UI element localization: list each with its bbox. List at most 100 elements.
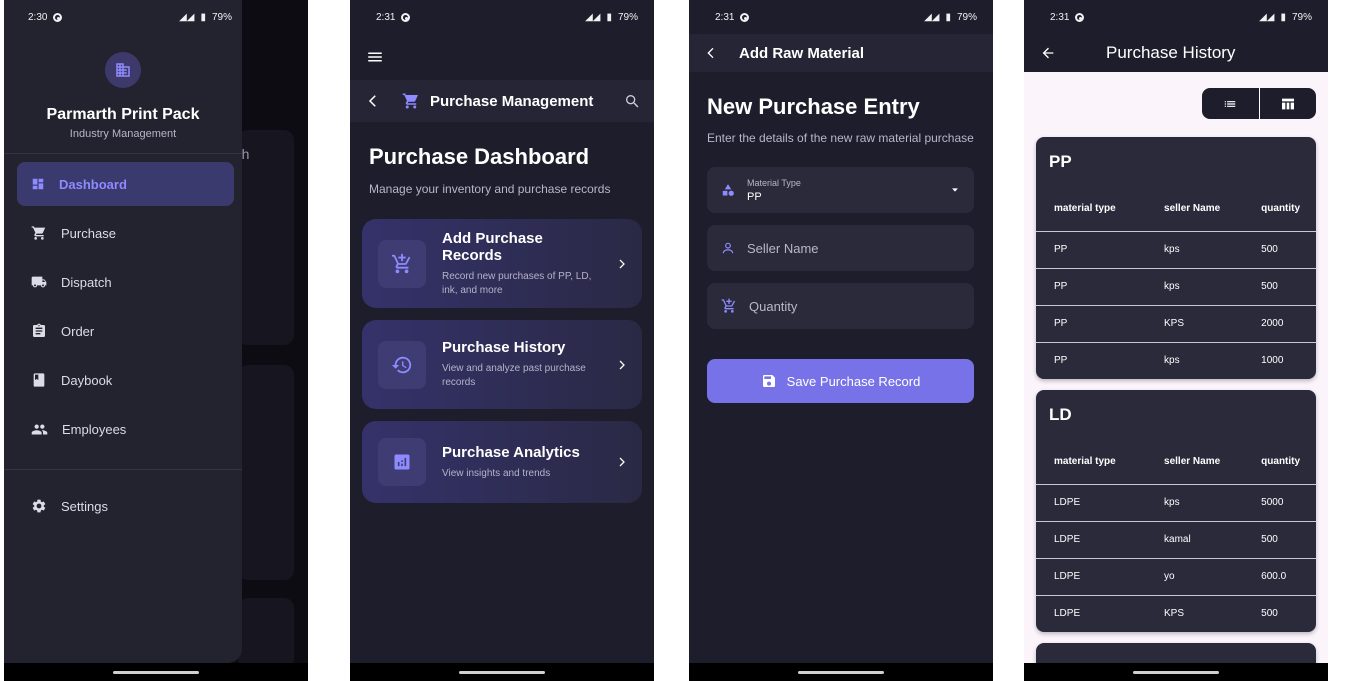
quantity-input[interactable]: Quantity [707, 283, 974, 330]
sync-icon [401, 12, 411, 22]
home-indicator-bar [1024, 663, 1328, 681]
battery-level: 79% [617, 11, 638, 23]
material-type-dropdown[interactable]: Material Type PP [707, 167, 974, 214]
nav-label: Daybook [61, 372, 113, 388]
nav-item-purchase[interactable]: Purchase [17, 211, 234, 255]
add-purchase-records-card[interactable]: Add Purchase Records Record new purchases… [362, 219, 642, 308]
background-card [238, 598, 294, 668]
app-bar-title: Purchase History [1106, 43, 1236, 62]
battery-level: 79% [1291, 11, 1312, 23]
table-row: LDPE kamal 500 [1036, 520, 1316, 558]
table-row: PP kps 1000 [1036, 341, 1316, 379]
purchase-history-card[interactable]: Purchase History View and analyze past pu… [362, 320, 642, 409]
app-bar-title: Add Raw Material [739, 44, 865, 62]
nav-label: Purchase [61, 225, 116, 241]
table-header: material type seller Name quantity [1036, 187, 1316, 231]
sync-icon [53, 12, 63, 22]
table-cell: 500 [1243, 594, 1316, 632]
table-cell: KPS [1138, 594, 1244, 632]
status-bar: 2:30 ◢◢ ▮ 79% [4, 0, 242, 34]
nav-item-settings[interactable]: Settings [17, 484, 234, 528]
purchase-analytics-card[interactable]: Purchase Analytics View insights and tren… [362, 421, 642, 503]
card-title: Purchase Analytics [442, 443, 580, 461]
chevron-right-icon [619, 457, 625, 467]
table-row: LDPE yo 600.0 [1036, 557, 1316, 595]
column-header: seller Name [1164, 203, 1221, 215]
nav-item-dashboard[interactable]: Dashboard [17, 162, 234, 206]
table-cell: LDPE [1036, 483, 1139, 521]
status-time: 2:31 [715, 11, 735, 23]
table-cell: 500 [1243, 230, 1316, 268]
card-description: View insights and trends [442, 467, 551, 479]
chevron-right-icon [619, 259, 625, 268]
column-header: quantity [1261, 203, 1301, 215]
battery-icon: ▮ [200, 11, 206, 23]
table-cell: LDPE [1036, 520, 1139, 558]
column-header: material type [1054, 456, 1116, 468]
home-indicator-bar [689, 663, 993, 681]
table-cell: kps [1138, 341, 1244, 379]
table-cell: kps [1138, 483, 1244, 521]
back-arrow-icon[interactable] [1040, 45, 1056, 61]
table-cell: 500 [1243, 520, 1316, 558]
battery-level: 79% [956, 11, 977, 23]
page-description: Enter the details of the new raw materia… [707, 131, 974, 145]
navigation-drawer: Parmarth Print Pack Industry Management … [4, 0, 242, 663]
menu-icon[interactable] [366, 48, 384, 66]
save-purchase-button[interactable]: Save Purchase Record [707, 359, 974, 404]
building-icon [105, 52, 141, 88]
app-name: Parmarth Print Pack [46, 106, 200, 123]
table-cell: LDPE [1036, 594, 1139, 632]
table-row: PP KPS 2000 [1036, 304, 1316, 342]
table-cell: 1000 [1243, 341, 1316, 379]
table-icon [1281, 98, 1294, 109]
table-cell: PP [1036, 230, 1139, 268]
analytics-icon [394, 454, 410, 470]
history-icon [391, 356, 412, 373]
category-icon [722, 184, 734, 197]
battery-level: 79% [211, 11, 232, 23]
home-indicator[interactable] [798, 671, 884, 674]
table-cell: 600.0 [1243, 557, 1316, 595]
group-title: PP [1049, 152, 1072, 171]
toolbar-title: Purchase Management [430, 92, 594, 110]
signal-icon: ◢◢ [924, 11, 940, 23]
status-time: 2:31 [1050, 11, 1070, 23]
nav-label: Dispatch [61, 274, 112, 290]
seller-name-input[interactable]: Seller Name [707, 225, 974, 272]
nav-label: Order [61, 323, 95, 339]
card-title: Purchase History [442, 339, 566, 356]
clipboard-icon [33, 323, 45, 337]
home-indicator[interactable] [1133, 671, 1219, 674]
person-icon [722, 243, 734, 254]
back-chevron-icon[interactable] [364, 92, 382, 110]
table-view-button[interactable] [1260, 88, 1317, 119]
table-row: LDPE kps 5000 [1036, 483, 1316, 521]
group-card-ld: LD material type seller Name quantity LD… [1036, 390, 1316, 632]
app-subtitle: Industry Management [69, 128, 177, 140]
purchase-table: material type seller Name quantity LDPE k… [1036, 440, 1316, 632]
nav-item-daybook[interactable]: Daybook [17, 358, 234, 402]
status-time: 2:31 [376, 11, 396, 23]
home-indicator[interactable] [113, 671, 199, 674]
sync-icon [740, 12, 750, 22]
list-view-button[interactable] [1202, 88, 1260, 119]
back-chevron-icon[interactable] [703, 45, 719, 61]
signal-icon: ◢◢ [1259, 11, 1275, 23]
table-row: PP kps 500 [1036, 267, 1316, 305]
cart-icon [31, 226, 46, 240]
nav-item-employees[interactable]: Employees [17, 407, 234, 451]
nav-label: Settings [61, 498, 108, 514]
phone-navigation-drawer: nth 2:30 ◢◢ ▮ 79% Parmarth Print Pack Indu… [4, 0, 308, 681]
search-icon[interactable] [624, 93, 640, 109]
book-icon [33, 373, 45, 387]
home-indicator[interactable] [459, 671, 545, 674]
drawer-menu: Dashboard Purchase Dispatch Order Dayboo… [4, 154, 242, 528]
column-header: material type [1054, 203, 1116, 215]
app-bar: Add Raw Material [689, 34, 993, 72]
nav-item-dispatch[interactable]: Dispatch [17, 260, 234, 304]
gear-icon [32, 499, 46, 513]
page-title: New Purchase Entry [707, 94, 920, 119]
nav-item-order[interactable]: Order [17, 309, 234, 353]
field-value: PP [747, 190, 762, 203]
